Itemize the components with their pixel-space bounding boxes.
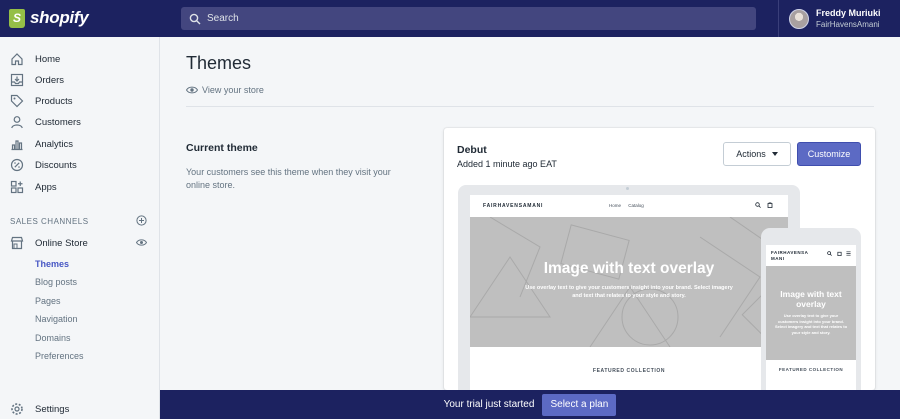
mobile-preview-screen: FAIRHAVENSA MANI Image with text overlay… xyxy=(766,245,856,390)
caret-down-icon xyxy=(771,152,778,156)
actions-button[interactable]: Actions xyxy=(723,142,791,166)
eye-icon xyxy=(186,86,198,94)
sidebar-item-label: Analytics xyxy=(35,138,74,150)
actions-label: Actions xyxy=(736,149,766,159)
sidebar-item-products[interactable]: Products xyxy=(0,91,160,111)
trial-text: Your trial just started xyxy=(443,399,535,410)
preview-nav-catalog: Catalog xyxy=(628,203,644,208)
preview-header: FAIRHAVENSAMANI Home Catalog xyxy=(470,195,788,217)
mobile-preview-hero: Image with text overlay Use overlay text… xyxy=(766,266,856,360)
mobile-header-icons xyxy=(827,251,851,258)
mobile-hero-subtitle: Use overlay text to give your customers … xyxy=(774,313,848,335)
mobile-featured-heading: FEATURED COLLECTION xyxy=(778,367,844,372)
search-bar[interactable] xyxy=(181,7,756,30)
preview-brand: FAIRHAVENSAMANI xyxy=(483,203,544,209)
bar-chart-icon xyxy=(11,140,23,151)
user-store: FairHavensAmani xyxy=(816,19,880,29)
theme-added-time: Added 1 minute ago EAT xyxy=(457,159,557,169)
preview-hero-image: Image with text overlay Use overlay text… xyxy=(470,217,788,347)
add-channel-plus-icon[interactable] xyxy=(136,215,147,226)
sidebar-item-discounts[interactable]: Discounts xyxy=(0,155,160,175)
logo-text: shopify xyxy=(30,8,89,27)
select-plan-button[interactable]: Select a plan xyxy=(542,393,617,416)
preview-hero-subtitle: Use overlay text to give your customers … xyxy=(525,285,733,299)
current-theme-description: Your customers see this theme when they … xyxy=(186,167,391,190)
trial-banner: Your trial just started Select a plan xyxy=(160,390,900,419)
sidebar-item-label: Home xyxy=(35,53,61,65)
desktop-preview: FAIRHAVENSAMANI Home Catalog Image with … xyxy=(458,185,800,390)
customize-button[interactable]: Customize xyxy=(797,142,861,166)
person-icon xyxy=(11,116,23,129)
view-store-label: View your store xyxy=(202,85,264,95)
eye-icon[interactable] xyxy=(136,237,147,248)
desktop-preview-screen: FAIRHAVENSAMANI Home Catalog Image with … xyxy=(470,195,788,390)
orders-icon xyxy=(10,73,24,87)
sidebar-subitem-themes[interactable]: Themes xyxy=(35,259,69,269)
theme-name: Debut xyxy=(457,144,487,156)
gear-icon xyxy=(11,403,23,415)
placeholder-pattern-icon xyxy=(470,217,788,347)
sidebar-item-apps[interactable]: Apps xyxy=(0,177,160,197)
user-name: Freddy Muriuki xyxy=(816,7,881,18)
mobile-preview-brand: FAIRHAVENSA MANI xyxy=(771,250,809,261)
sidebar-subitem-navigation[interactable]: Navigation xyxy=(35,314,78,324)
current-theme-heading: Current theme xyxy=(186,142,258,154)
search-icon xyxy=(827,251,832,256)
cart-icon xyxy=(767,202,773,208)
cart-icon xyxy=(836,251,842,256)
home-icon xyxy=(11,53,23,66)
top-bar: shopify Freddy Muriuki FairHavensAmani xyxy=(0,0,900,37)
tag-icon xyxy=(10,94,24,108)
mobile-hero-title: Image with text overlay xyxy=(780,289,842,309)
sidebar-item-label: Orders xyxy=(35,74,65,86)
user-menu[interactable]: Freddy Muriuki FairHavensAmani xyxy=(778,0,900,37)
sidebar-item-orders[interactable]: Orders xyxy=(0,70,160,90)
sidebar-subitem-blog-posts[interactable]: Blog posts xyxy=(35,277,77,287)
preview-header-icons xyxy=(755,202,773,210)
current-theme-card: Debut Added 1 minute ago EAT Actions Cus… xyxy=(444,128,875,390)
search-input[interactable] xyxy=(207,13,727,24)
sidebar: Home Orders Products Customers Analytics… xyxy=(0,37,160,419)
view-store-link[interactable]: View your store xyxy=(186,85,264,95)
sidebar-subitem-pages[interactable]: Pages xyxy=(35,296,61,306)
preview-nav-home: Home xyxy=(609,203,622,208)
store-icon xyxy=(10,236,24,250)
sidebar-item-label: Apps xyxy=(35,181,57,193)
sidebar-item-label: Online Store xyxy=(35,237,88,249)
sidebar-item-customers[interactable]: Customers xyxy=(0,112,160,132)
search-icon xyxy=(755,202,761,208)
sidebar-item-label: Products xyxy=(35,95,73,107)
mobile-preview: FAIRHAVENSA MANI Image with text overlay… xyxy=(761,228,861,390)
preview-hero-title: Image with text overlay xyxy=(543,260,715,277)
camera-dot xyxy=(626,187,629,190)
preview-nav: Home Catalog xyxy=(609,203,650,208)
preview-featured-heading: FEATURED COLLECTION xyxy=(592,368,666,374)
page-title: Themes xyxy=(186,53,252,73)
sidebar-item-analytics[interactable]: Analytics xyxy=(0,134,160,154)
sidebar-item-label: Customers xyxy=(35,116,81,128)
discount-icon xyxy=(10,158,24,172)
sidebar-item-home[interactable]: Home xyxy=(0,49,160,69)
sidebar-subitem-domains[interactable]: Domains xyxy=(35,333,71,343)
sidebar-item-label: Settings xyxy=(35,403,70,415)
sidebar-subitem-preferences[interactable]: Preferences xyxy=(35,351,84,361)
apps-icon xyxy=(10,180,24,194)
divider xyxy=(186,106,874,107)
sidebar-item-label: Discounts xyxy=(35,159,77,171)
avatar xyxy=(789,8,809,29)
sidebar-item-settings[interactable]: Settings xyxy=(0,399,160,419)
sales-channels-label: SALES CHANNELS xyxy=(10,217,89,226)
hamburger-menu-icon xyxy=(846,251,851,256)
shopify-logo[interactable]: shopify xyxy=(9,8,89,28)
search-icon xyxy=(189,13,201,24)
shopify-bag-icon xyxy=(9,8,25,28)
